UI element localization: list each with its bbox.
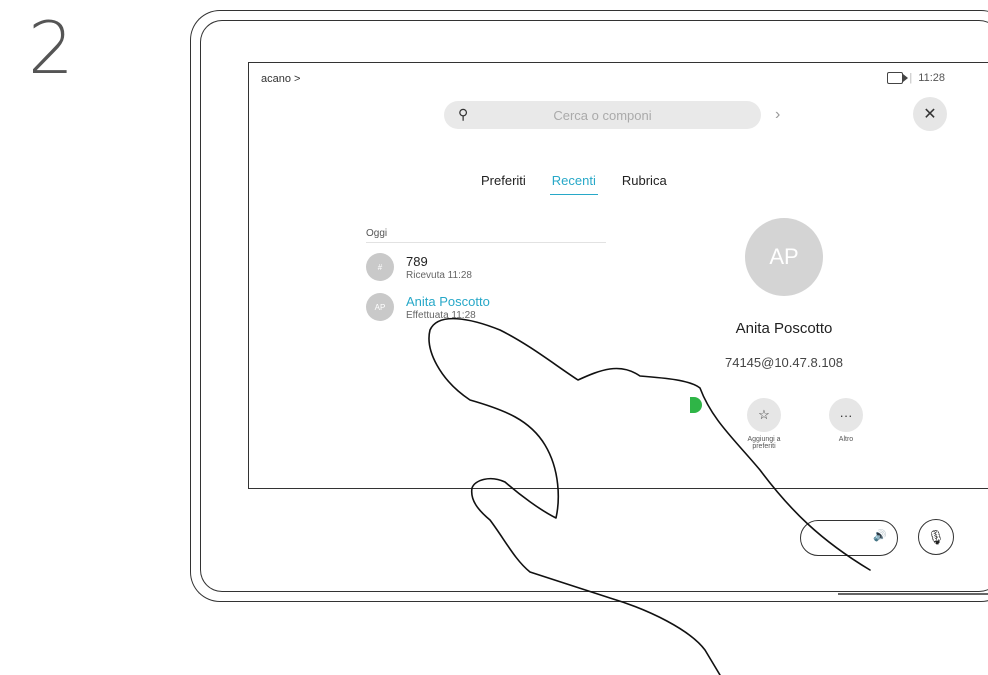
pointing-hand-illustration: [428, 317, 988, 675]
hand-outline: [428, 317, 871, 675]
